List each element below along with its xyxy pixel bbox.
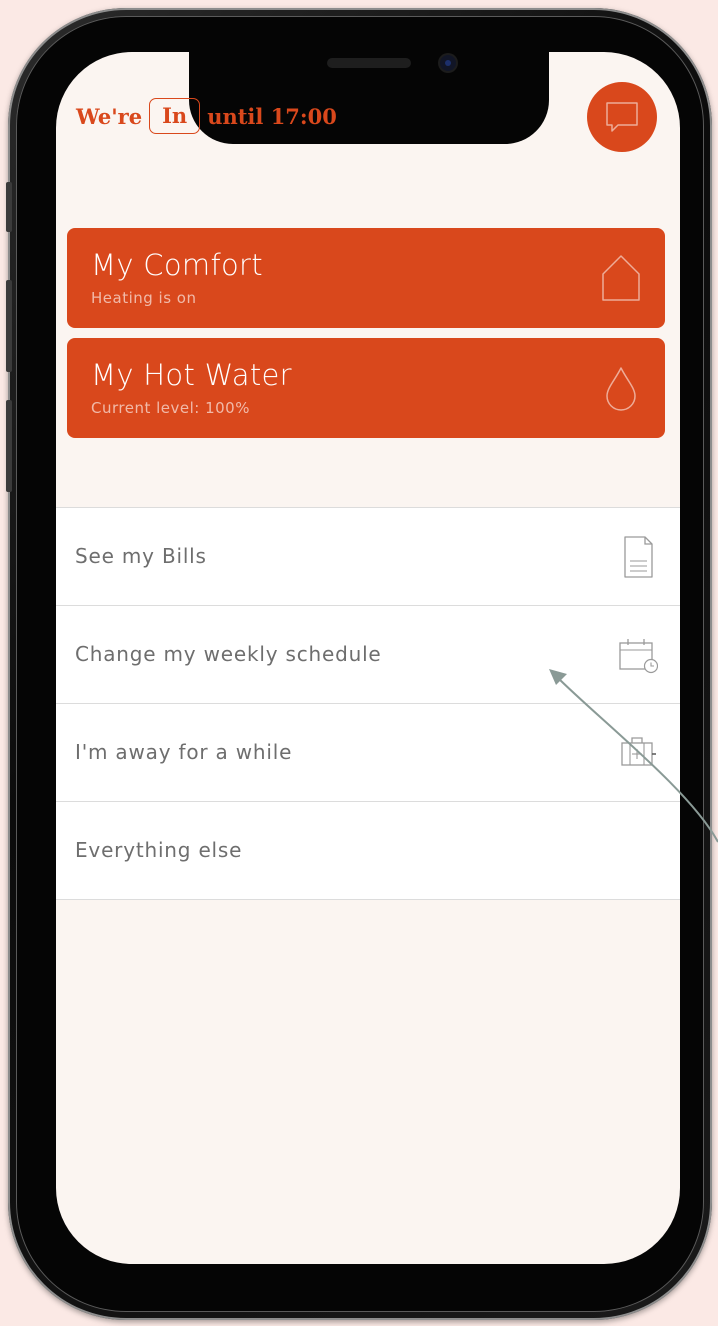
speaker [327,58,411,68]
front-camera [440,55,456,71]
card-title: My Hot Water [91,358,292,392]
water-drop-icon [606,367,636,411]
occupancy-status: We're In until 17:00 [76,98,337,134]
my-comfort-card[interactable]: My Comfort Heating is on [67,228,665,328]
house-icon [602,255,640,301]
volume-down-button [6,400,12,492]
menu-item-away[interactable]: I'm away for a while [56,704,680,802]
card-subtitle: Heating is on [91,289,197,307]
card-title: My Comfort [91,248,263,282]
app-screen: We're In until 17:00 My Comfort Heating … [56,52,680,1264]
chat-bubble-icon [606,102,638,132]
menu-item-weekly-schedule[interactable]: Change my weekly schedule [56,606,680,704]
volume-up-button [6,280,12,372]
suitcase-icon [621,737,656,766]
menu-item-label: I'm away for a while [75,740,293,764]
card-subtitle: Current level: 100% [91,399,250,417]
menu-item-bills[interactable]: See my Bills [56,508,680,606]
chat-button[interactable] [587,82,657,152]
menu-item-everything-else[interactable]: Everything else [56,802,680,900]
document-icon [624,536,653,578]
menu-item-label: Everything else [75,838,243,862]
menu-list: See my Bills Change my weekly schedule I… [56,507,680,900]
menu-item-label: See my Bills [75,544,207,568]
menu-item-label: Change my weekly schedule [75,642,382,666]
calendar-clock-icon [619,639,658,674]
status-state-toggle[interactable]: In [149,98,201,134]
my-hot-water-card[interactable]: My Hot Water Current level: 100% [67,338,665,438]
status-prefix: We're [76,103,143,129]
silent-switch [6,182,12,232]
status-suffix: until 17:00 [207,103,337,129]
